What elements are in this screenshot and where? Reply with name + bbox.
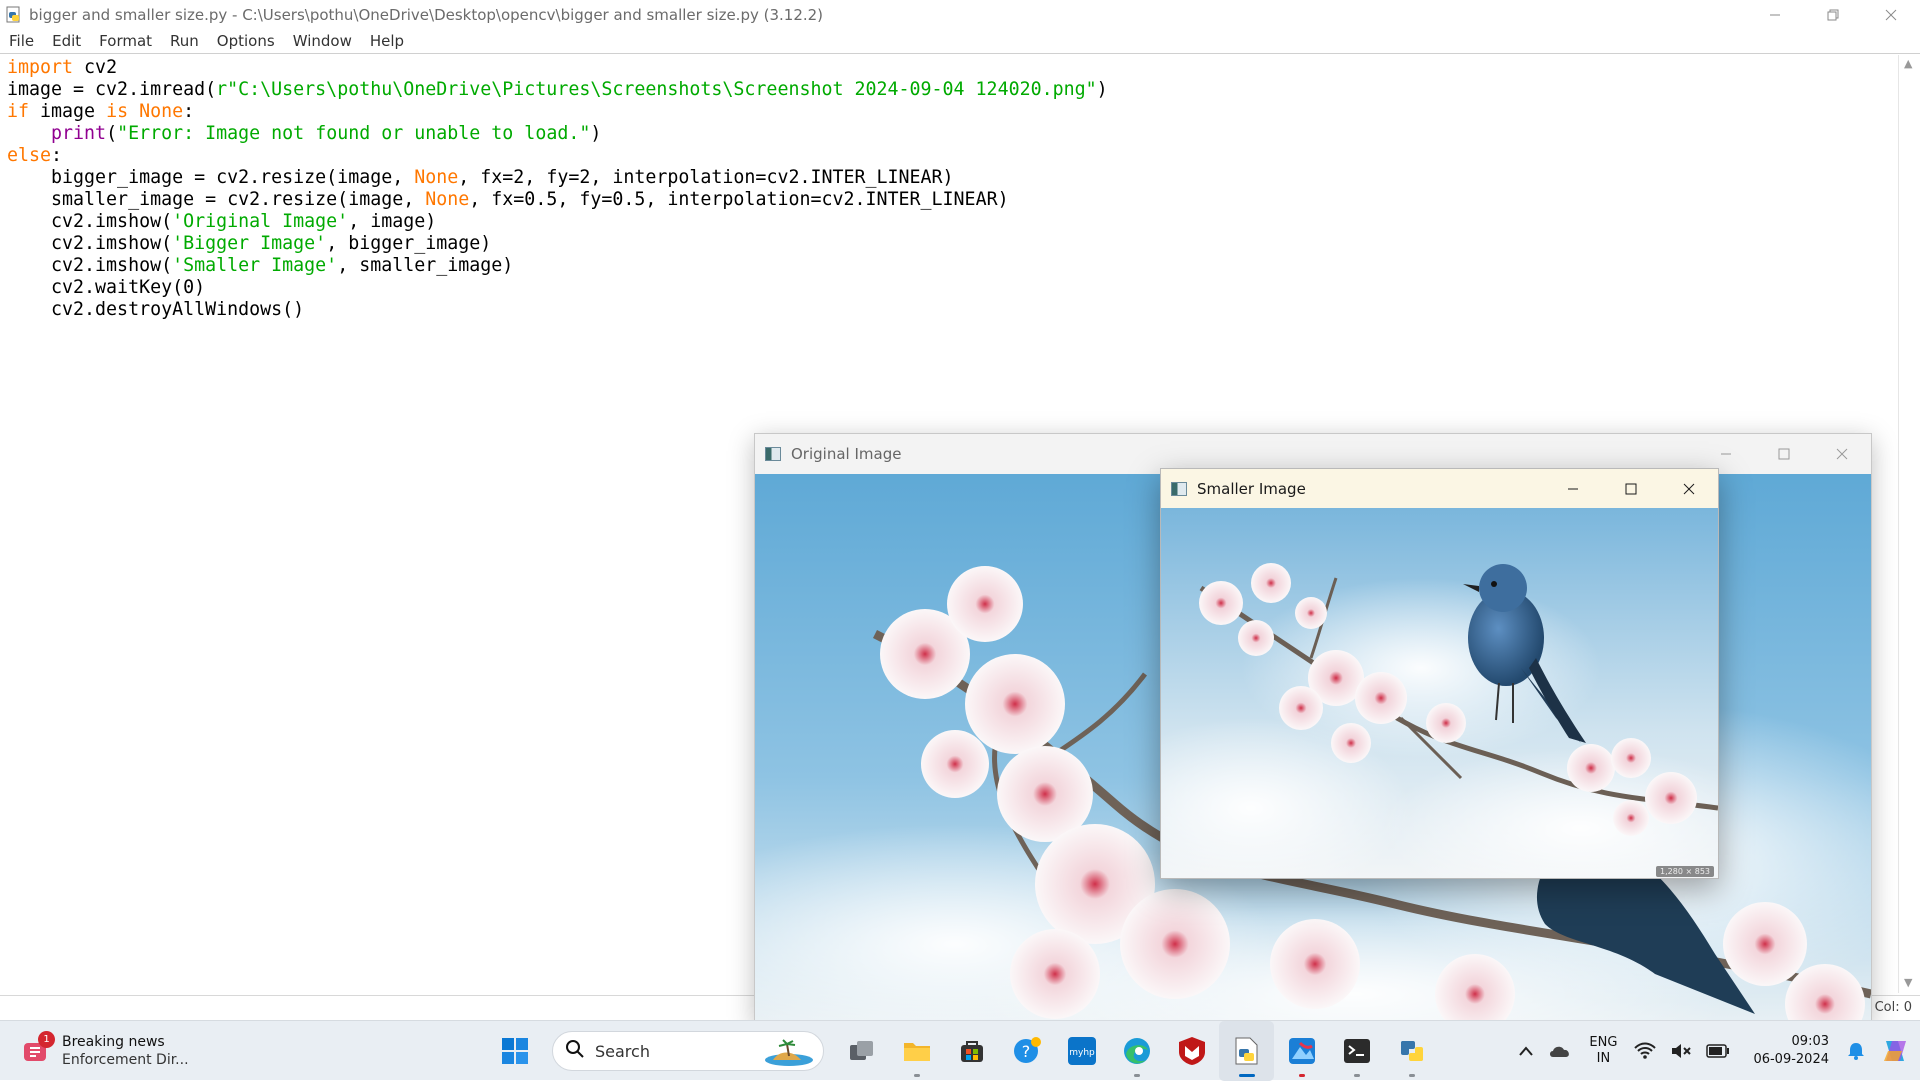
code-line: import cv2 <box>7 57 118 78</box>
menu-run[interactable]: Run <box>161 32 208 50</box>
code-line: print("Error: Image not found or unable … <box>51 123 602 144</box>
minimize-icon[interactable] <box>1544 469 1602 508</box>
smaller-image-window[interactable]: Smaller Image 1,280 × 853 <box>1160 468 1719 879</box>
smaller-image-canvas: 1,280 × 853 <box>1161 508 1718 878</box>
notification-badge: 1 <box>38 1031 55 1048</box>
language-indicator[interactable]: ENG IN <box>1589 1035 1617 1067</box>
news-icon: 1 <box>22 1031 55 1065</box>
code-line: cv2.destroyAllWindows() <box>7 299 305 320</box>
maximize-icon[interactable] <box>1755 434 1813 474</box>
idle-editor-icon[interactable] <box>1219 1021 1274 1081</box>
onedrive-icon[interactable] <box>1548 1043 1572 1059</box>
menu-format[interactable]: Format <box>90 32 161 50</box>
help-icon[interactable]: ? <box>999 1021 1054 1081</box>
menu-edit[interactable]: Edit <box>43 32 90 50</box>
mcafee-icon[interactable] <box>1164 1021 1219 1081</box>
volume-muted-icon[interactable] <box>1670 1042 1692 1060</box>
system-tray: ENG IN 09:03 06-09-2024 <box>1511 1021 1920 1081</box>
chevron-up-icon[interactable] <box>1518 1045 1534 1057</box>
running-indicator <box>1238 1074 1255 1077</box>
image-size-badge: 1,280 × 853 <box>1656 866 1714 877</box>
battery-icon[interactable] <box>1706 1044 1730 1058</box>
close-icon[interactable] <box>1660 469 1718 508</box>
search-icon <box>565 1039 585 1063</box>
menu-help[interactable]: Help <box>361 32 413 50</box>
column-indicator: Col: 0 <box>1874 1000 1912 1015</box>
code-line: else: <box>7 145 63 166</box>
maximize-icon[interactable] <box>1602 469 1660 508</box>
task-view-icon[interactable] <box>834 1021 889 1081</box>
opencv-window-icon <box>765 447 781 461</box>
terminal-icon[interactable] <box>1329 1021 1384 1081</box>
code-line: cv2.imshow('Original Image', image) <box>7 211 437 232</box>
wifi-icon[interactable] <box>1634 1042 1657 1060</box>
photos-icon[interactable] <box>1274 1021 1329 1081</box>
close-icon[interactable] <box>1813 434 1871 474</box>
taskbar-apps: Search ? myhp <box>487 1021 1439 1081</box>
start-icon[interactable] <box>487 1021 542 1081</box>
menu-options[interactable]: Options <box>208 32 284 50</box>
minimize-icon[interactable] <box>1746 0 1804 29</box>
news-subline: Enforcement Dir... <box>62 1052 189 1068</box>
menu-bar: File Edit Format Run Options Window Help <box>0 29 1920 54</box>
original-image-title: Original Image <box>791 445 902 463</box>
news-widget[interactable]: 1 Breaking news Enforcement Dir... <box>22 1029 189 1073</box>
python-file-icon <box>5 6 23 24</box>
running-indicator <box>913 1074 920 1077</box>
scroll-up-icon[interactable]: ▲ <box>1904 57 1912 70</box>
scroll-down-icon[interactable]: ▼ <box>1904 976 1912 989</box>
myhp-icon[interactable]: myhp <box>1054 1021 1109 1081</box>
restore-icon[interactable] <box>1804 0 1862 29</box>
vertical-scrollbar[interactable]: ▲ ▼ <box>1898 55 1920 993</box>
search-label: Search <box>595 1041 650 1061</box>
code-line: smaller_image = cv2.resize(image, None, … <box>7 189 1009 210</box>
edge-icon[interactable] <box>1109 1021 1164 1081</box>
menu-file[interactable]: File <box>0 32 43 50</box>
menu-window[interactable]: Window <box>284 32 361 50</box>
file-explorer-icon[interactable] <box>889 1021 944 1081</box>
code-line: bigger_image = cv2.resize(image, None, f… <box>7 167 954 188</box>
news-headline: Breaking news <box>62 1034 165 1050</box>
microsoft-store-icon[interactable] <box>944 1021 999 1081</box>
code-line: cv2.waitKey(0) <box>7 277 206 298</box>
smaller-image-titlebar[interactable]: Smaller Image <box>1161 469 1718 508</box>
clock[interactable]: 09:03 06-09-2024 <box>1753 1033 1829 1069</box>
running-indicator <box>1353 1074 1360 1077</box>
smaller-image-title: Smaller Image <box>1197 479 1306 498</box>
taskbar-search[interactable]: Search <box>552 1031 824 1071</box>
running-indicator <box>1133 1074 1140 1077</box>
close-icon[interactable] <box>1862 0 1920 29</box>
window-title: bigger and smaller size.py - C:\Users\po… <box>29 5 824 24</box>
code-line: cv2.imshow('Smaller Image', smaller_imag… <box>7 255 514 276</box>
running-indicator <box>1408 1074 1415 1077</box>
search-highlight-icon <box>759 1036 815 1072</box>
code-line: if image is None: <box>7 101 195 122</box>
opencv-window-icon <box>1171 481 1187 496</box>
code-line: image = cv2.imread(r"C:\Users\pothu\OneD… <box>7 79 1108 100</box>
code-line: cv2.imshow('Bigger Image', bigger_image) <box>7 233 492 254</box>
python-icon[interactable] <box>1384 1021 1439 1081</box>
copilot-icon[interactable] <box>1880 1037 1910 1065</box>
taskbar: 1 Breaking news Enforcement Dir... Searc… <box>0 1020 1920 1081</box>
notification-bell-icon[interactable] <box>1846 1041 1866 1061</box>
window-titlebar: bigger and smaller size.py - C:\Users\po… <box>0 0 1920 29</box>
running-indicator <box>1298 1074 1305 1077</box>
svg-text:?: ? <box>1021 1042 1030 1061</box>
svg-text:myhp: myhp <box>1069 1048 1095 1058</box>
